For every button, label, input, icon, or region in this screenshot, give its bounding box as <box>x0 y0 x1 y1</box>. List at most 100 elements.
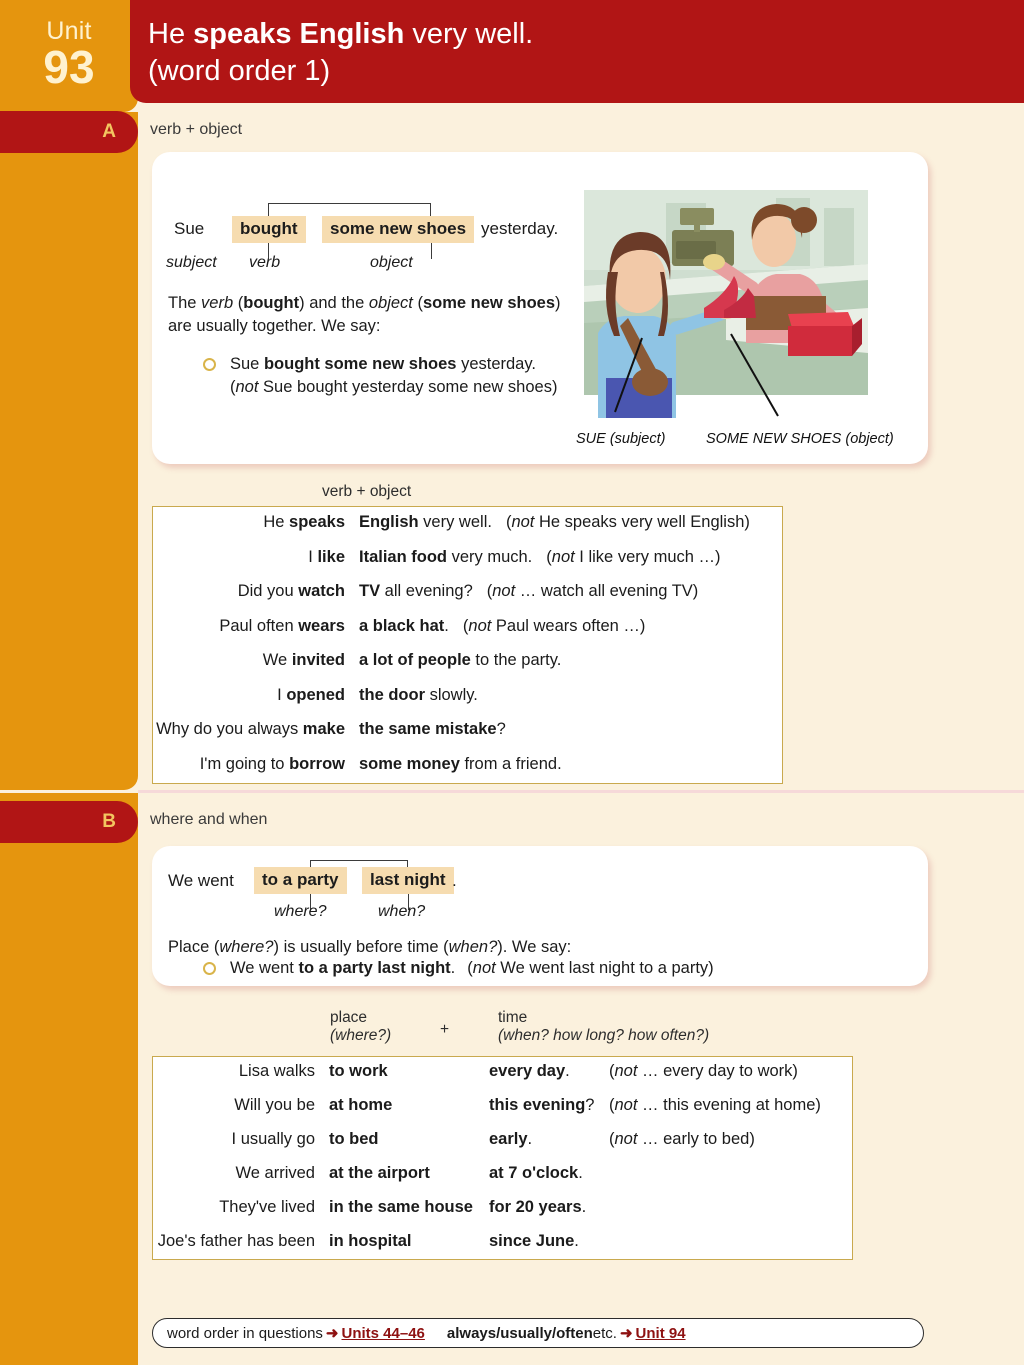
diagram-a-tail: yesterday. <box>481 219 558 239</box>
diagram-a-subject: Sue <box>174 219 204 239</box>
row-plain: We <box>262 651 292 669</box>
diagram-b-time-chip: last night <box>362 867 454 894</box>
row-verb: wears <box>298 616 345 635</box>
section-b-explain: Place (where?) is usually before time (w… <box>168 938 571 957</box>
diagram-b-period: . <box>452 871 457 890</box>
diagram-a-subject-text: Sue <box>174 219 205 238</box>
row-subject-verb: I like <box>153 548 359 567</box>
textbook-page: Unit 93 He speaks English very well. (wo… <box>0 0 1024 1365</box>
diagram-a-label-subject: subject <box>166 254 217 271</box>
row-object-bold: the same mistake <box>359 720 497 738</box>
explain-a-shoes: some new shoes <box>422 294 556 312</box>
row-time-bold: since June <box>489 1232 575 1250</box>
table-b-header-place-l2: (where?) <box>330 1027 392 1044</box>
table-row: I like Italian food very much. (not I lik… <box>153 548 782 583</box>
table-row: We arrived at the airport at 7 o'clock. <box>153 1164 852 1198</box>
diagram-b-label-when: when? <box>378 903 426 920</box>
row-time-bold: early <box>489 1130 528 1148</box>
footer-text-1: word order in questions <box>167 1324 323 1342</box>
table-row: He speaks English very well. (not He spea… <box>153 513 782 548</box>
explain-a1: The <box>168 294 202 312</box>
table-b-header-place-l1: place <box>330 1009 368 1026</box>
row-note-rest: I like very much …) <box>574 547 721 566</box>
row-note-it: not <box>468 616 492 635</box>
diagram-b-place-text: to a party <box>254 867 347 894</box>
row-time: at 7 o'clock. <box>489 1164 609 1183</box>
bullet-a-pre: Sue <box>230 355 264 373</box>
shoe-shop-illustration <box>576 168 876 418</box>
row-object: a black hat. (not Paul wears often …) <box>359 617 645 636</box>
table-b-header-place: place (where?) <box>330 1009 391 1045</box>
sidebar-rail-section-a <box>0 112 138 790</box>
diagram-a-object-chip: some new shoes <box>322 216 475 243</box>
row-time: every day. <box>489 1062 609 1081</box>
row-subject-verb: I opened <box>153 686 359 705</box>
unit-word-label: Unit <box>46 17 92 45</box>
section-b-bullet: We went to a party last night. (not We we… <box>230 959 714 978</box>
row-subject: Will you be <box>234 1096 315 1114</box>
arrow-right-icon-1: ➜ <box>325 1325 339 1342</box>
diagram-a-label-object: object <box>370 254 413 271</box>
explain-a-verb-italic: verb <box>201 294 234 312</box>
row-time-rest: . <box>574 1232 579 1250</box>
row-subject-verb: Paul often wears <box>153 617 359 636</box>
row-object-bold: the door <box>359 685 425 704</box>
row-place-bold: in hospital <box>329 1232 412 1250</box>
explain-a4: ( <box>412 294 423 312</box>
row-subject-verb: Did you watch <box>153 582 359 601</box>
section-tab-b: B <box>0 801 138 843</box>
table-row: I opened the door slowly. <box>153 686 782 721</box>
section-a-explain-line2: are usually together. We say: <box>168 317 381 335</box>
row-subject-verb: I'm going to borrow <box>153 755 359 774</box>
section-tab-a: A <box>0 111 138 153</box>
row-time-rest: . <box>527 1130 533 1148</box>
diagram-a-object-text: some new shoes <box>322 216 475 243</box>
row-note-it: not <box>511 513 535 531</box>
explain-b1: Place ( <box>168 938 220 956</box>
row-place: to work <box>329 1062 489 1081</box>
table-row: I usually go to bed early. (not … early … <box>153 1130 852 1164</box>
row-place-bold: at the airport <box>329 1164 430 1182</box>
row-plain: I <box>277 685 287 704</box>
table-a: He speaks English very well. (not He spea… <box>152 506 783 784</box>
sidebar-rail-section-b <box>0 793 138 1365</box>
row-plain: Why do you always <box>156 720 303 738</box>
row-time-bold: this evening <box>489 1096 586 1114</box>
row-place-bold: in the same house <box>329 1198 473 1216</box>
row-object: the door slowly. <box>359 686 478 705</box>
row-place-bold: to bed <box>329 1130 379 1148</box>
footer-link-units-44-46[interactable]: Units 44–46 <box>342 1325 425 1342</box>
table-row: Why do you always make the same mistake? <box>153 720 782 755</box>
row-object: English very well. (not He speaks very we… <box>359 513 750 532</box>
table-a-body: He speaks English very well. (not He spea… <box>153 507 782 789</box>
explain-a5: ) <box>555 294 561 312</box>
explain-a2: ( <box>233 294 244 312</box>
row-object: Italian food very much. (not I like very … <box>359 548 721 567</box>
bullet-b-pre: We went <box>230 959 299 977</box>
footer-text-2: always/usually/often <box>446 1324 593 1342</box>
explain-b-where: where? <box>219 938 274 956</box>
diagram-a-label-verb: verb <box>249 254 281 271</box>
arrow-right-icon-2: ➜ <box>619 1325 633 1342</box>
footer-link-unit-94[interactable]: Unit 94 <box>636 1325 686 1342</box>
bullet-a-bold: bought some new shoes <box>263 355 457 373</box>
row-note-rest: … this evening at home) <box>637 1096 821 1114</box>
bullet-ring-icon-b <box>203 962 216 975</box>
table-b-body: Lisa walks to work every day. (not … eve… <box>153 1057 852 1266</box>
diagram-a-verb-text: bought <box>232 216 306 243</box>
bullet-a-note-post: Sue bought yesterday some new shoes) <box>258 378 558 396</box>
table-row: Will you be at home this evening? (not …… <box>153 1096 852 1130</box>
unit-badge: Unit 93 <box>0 0 138 112</box>
table-b: Lisa walks to work every day. (not … eve… <box>152 1056 853 1260</box>
row-verb: make <box>302 720 345 738</box>
row-place: to bed <box>329 1130 489 1149</box>
table-row: Did you watch TV all evening? (not … watc… <box>153 582 782 617</box>
row-time: for 20 years. <box>489 1198 609 1217</box>
row-note-rest: He speaks very well English) <box>534 513 750 531</box>
row-time: this evening? <box>489 1096 609 1115</box>
row-note: (not … every day to work) <box>609 1062 798 1081</box>
title-part-bold: speaks English <box>193 18 405 50</box>
row-object-bold: English <box>359 513 419 531</box>
section-divider <box>138 790 1024 793</box>
cross-reference-bar: word order in questions ➜ Units 44–46 al… <box>152 1318 924 1348</box>
